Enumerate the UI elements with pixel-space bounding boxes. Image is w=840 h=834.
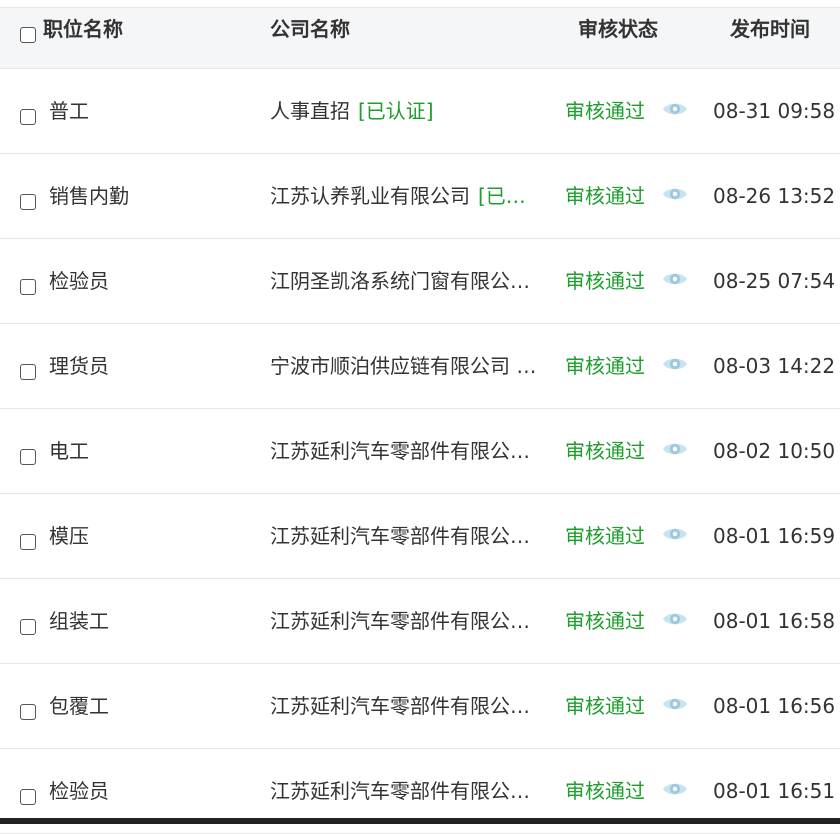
job-title[interactable]: 普工 (49, 69, 89, 153)
job-title[interactable]: 包覆工 (49, 664, 109, 748)
publish-time: 08-26 13:52 (713, 184, 836, 208)
verified-badge: [已认证] (358, 99, 434, 123)
publish-time: 08-02 10:50 (713, 439, 836, 463)
status-label: 审核通过 (565, 609, 645, 633)
view-icon[interactable] (662, 439, 688, 463)
table-body: 普工 人事直招 [已认证] 审核通过 08-31 09:58 销售内勤 江苏认养乳业有限公司… (0, 69, 840, 834)
bottom-bar (0, 818, 840, 824)
job-title[interactable]: 检验员 (49, 239, 109, 323)
job-title[interactable]: 模压 (49, 494, 89, 578)
company-name[interactable]: 江苏延利汽车零部件有限公… (270, 494, 552, 578)
company-name[interactable]: 江苏延利汽车零部件有限公… (270, 409, 552, 493)
row-checkbox[interactable] (20, 443, 36, 467)
row-checkbox[interactable] (20, 358, 36, 382)
company-label: 江苏延利汽车零部件有限公… (270, 524, 530, 548)
view-icon[interactable] (662, 609, 688, 633)
job-table: 职位名称 公司名称 审核状态 发布时间 普工 人事直招 [已认证] 审核通过 08-31… (0, 0, 840, 834)
company-label: 江苏延利汽车零部件有限公… (270, 609, 530, 633)
publish-time: 08-03 14:22 (713, 354, 836, 378)
table-row[interactable]: 理货员 宁波市顺泊供应链有限公司 … 审核通过 08-03 14:22 (0, 324, 840, 409)
company-label: 江阴圣凯洛系统门窗有限公… (270, 269, 530, 293)
row-checkbox[interactable] (20, 528, 36, 552)
select-all-checkbox[interactable] (20, 21, 36, 45)
table-row[interactable]: 检验员 江阴圣凯洛系统门窗有限公… 审核通过 08-25 07:54 (0, 239, 840, 324)
table-header: 职位名称 公司名称 审核状态 发布时间 (0, 7, 840, 69)
view-icon[interactable] (662, 354, 688, 378)
view-icon[interactable] (662, 779, 688, 803)
company-name[interactable]: 江苏延利汽车零部件有限公… (270, 579, 552, 663)
table-row[interactable]: 包覆工 江苏延利汽车零部件有限公… 审核通过 08-01 16:56 (0, 664, 840, 749)
table-row[interactable]: 普工 人事直招 [已认证] 审核通过 08-31 09:58 (0, 69, 840, 154)
status-label: 审核通过 (565, 439, 645, 463)
view-icon[interactable] (662, 269, 688, 293)
table-row[interactable]: 模压 江苏延利汽车零部件有限公… 审核通过 08-01 16:59 (0, 494, 840, 579)
job-title[interactable]: 理货员 (49, 324, 109, 408)
header-company[interactable]: 公司名称 (270, 8, 552, 68)
header-title[interactable]: 职位名称 (43, 8, 123, 68)
company-label: 江苏延利汽车零部件有限公… (270, 779, 530, 803)
job-title[interactable]: 销售内勤 (49, 154, 129, 238)
company-label: 宁波市顺泊供应链有限公司 … (270, 354, 537, 378)
status-label: 审核通过 (565, 694, 645, 718)
row-checkbox[interactable] (20, 698, 36, 722)
publish-time: 08-01 16:56 (713, 694, 836, 718)
row-checkbox[interactable] (20, 783, 36, 807)
publish-time: 08-25 07:54 (713, 269, 836, 293)
view-icon[interactable] (662, 694, 688, 718)
publish-time: 08-01 16:59 (713, 524, 836, 548)
table-row[interactable]: 销售内勤 江苏认养乳业有限公司 [已… 审核通过 08-26 13:52 (0, 154, 840, 239)
company-name[interactable]: 江苏认养乳业有限公司 [已… (270, 154, 552, 238)
view-icon[interactable] (662, 524, 688, 548)
status-label: 审核通过 (565, 99, 645, 123)
company-name[interactable]: 人事直招 [已认证] (270, 69, 552, 153)
table-row[interactable]: 组装工 江苏延利汽车零部件有限公… 审核通过 08-01 16:58 (0, 579, 840, 664)
view-icon[interactable] (662, 184, 688, 208)
status-label: 审核通过 (565, 524, 645, 548)
row-checkbox[interactable] (20, 188, 36, 212)
verified-badge: [已… (478, 184, 526, 208)
company-label: 江苏认养乳业有限公司 (270, 184, 470, 208)
company-label: 人事直招 (270, 99, 350, 123)
company-name[interactable]: 江阴圣凯洛系统门窗有限公… (270, 239, 552, 323)
table-row[interactable]: 电工 江苏延利汽车零部件有限公… 审核通过 08-02 10:50 (0, 409, 840, 494)
header-status[interactable]: 审核状态 (578, 8, 658, 68)
header-time[interactable]: 发布时间 (730, 8, 810, 68)
company-name[interactable]: 江苏延利汽车零部件有限公… (270, 664, 552, 748)
company-name[interactable]: 宁波市顺泊供应链有限公司 … (270, 324, 552, 408)
status-label: 审核通过 (565, 184, 645, 208)
status-label: 审核通过 (565, 269, 645, 293)
view-icon[interactable] (662, 99, 688, 123)
job-title[interactable]: 组装工 (49, 579, 109, 663)
row-checkbox[interactable] (20, 273, 36, 297)
company-label: 江苏延利汽车零部件有限公… (270, 694, 530, 718)
job-title[interactable]: 电工 (49, 409, 89, 493)
row-checkbox[interactable] (20, 613, 36, 637)
publish-time: 08-01 16:58 (713, 609, 836, 633)
publish-time: 08-31 09:58 (713, 99, 836, 123)
status-label: 审核通过 (565, 354, 645, 378)
company-label: 江苏延利汽车零部件有限公… (270, 439, 530, 463)
row-checkbox[interactable] (20, 103, 36, 127)
